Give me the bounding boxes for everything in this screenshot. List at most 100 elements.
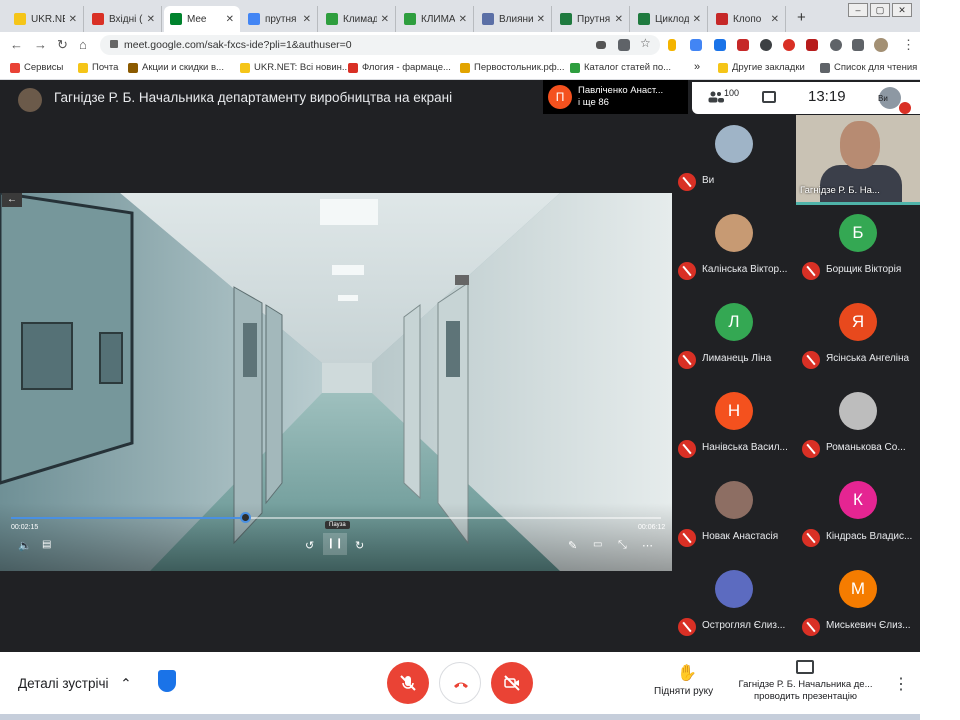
diamond-ext-icon[interactable] bbox=[714, 39, 726, 51]
rewind-icon[interactable]: ↺ bbox=[305, 539, 314, 552]
video-back-icon[interactable]: ← bbox=[2, 193, 22, 207]
browser-tab[interactable]: прутня ✕ bbox=[242, 6, 318, 32]
speaker-name: Гагнідзе Р. Б. На... bbox=[800, 185, 880, 196]
puzzle-icon[interactable] bbox=[852, 39, 864, 51]
bookmark-icon bbox=[78, 62, 88, 73]
participant-tile[interactable]: Романькова Со... bbox=[796, 382, 920, 471]
bookmark-item[interactable]: Другие закладки bbox=[718, 62, 805, 73]
bookmark-item[interactable]: Акции и скидки в... bbox=[128, 62, 224, 73]
pencil-icon[interactable]: ✎ bbox=[568, 539, 577, 552]
video-scrubber-handle[interactable] bbox=[240, 512, 251, 523]
bookmarks-more-button[interactable]: » bbox=[694, 61, 700, 73]
camera-icon[interactable] bbox=[596, 41, 606, 49]
browser-tab[interactable]: UKR.NET ✕ bbox=[8, 6, 84, 32]
participant-avatar: Н bbox=[715, 392, 753, 430]
mic-toggle-button[interactable] bbox=[387, 662, 429, 704]
bookmark-item[interactable]: Почта bbox=[78, 62, 118, 73]
browser-tab[interactable]: Влияни ✕ bbox=[476, 6, 552, 32]
adblock-icon[interactable] bbox=[783, 39, 795, 51]
window-controls: – ▢ ✕ bbox=[848, 3, 914, 17]
browser-tab[interactable]: Клопо ✕ bbox=[710, 6, 786, 32]
participant-tile[interactable]: Н Нанівська Васил... bbox=[672, 382, 796, 471]
join-notification[interactable]: П Павліченко Анаст... і ще 86 bbox=[543, 80, 688, 114]
people-icon[interactable] bbox=[708, 91, 724, 103]
participant-tile[interactable]: Новак Анастасія bbox=[672, 471, 796, 560]
video-more-icon[interactable]: ⋯ bbox=[642, 539, 653, 552]
browser-tab[interactable]: Климад ✕ bbox=[320, 6, 396, 32]
camera-toggle-button[interactable] bbox=[491, 662, 533, 704]
browser-tab[interactable]: Циклод ✕ bbox=[632, 6, 708, 32]
back-icon[interactable]: ← bbox=[10, 37, 23, 52]
forward-icon[interactable]: → bbox=[34, 37, 47, 52]
raise-hand-icon[interactable]: ✋ bbox=[677, 663, 697, 683]
browser-tab[interactable]: Вхідні (✕ bbox=[86, 6, 162, 32]
browser-menu-icon[interactable]: ⋮ bbox=[902, 37, 915, 53]
browser-tab[interactable]: Mee ✕ bbox=[164, 6, 240, 32]
participant-tile[interactable]: К Кіндрась Владис... bbox=[796, 471, 920, 560]
tab-close-icon[interactable]: ✕ bbox=[537, 14, 545, 25]
reload-icon[interactable]: ↻ bbox=[57, 37, 68, 53]
captions-icon[interactable]: ▤ bbox=[42, 539, 51, 550]
bookmark-item[interactable]: Список для чтения bbox=[820, 62, 917, 73]
docs-ext-icon[interactable] bbox=[690, 39, 702, 51]
profile-avatar[interactable] bbox=[874, 38, 888, 52]
participant-tile[interactable]: Я Ясінська Ангеліна bbox=[796, 293, 920, 382]
presenting-status[interactable]: Гагнідзе Р. Б. Начальника де... проводит… bbox=[733, 679, 878, 703]
tab-close-icon[interactable]: ✕ bbox=[693, 14, 701, 25]
tab-close-icon[interactable]: ✕ bbox=[303, 14, 311, 25]
maximize-button[interactable]: ▢ bbox=[870, 3, 890, 17]
participant-tile[interactable]: Б Борщик Вікторія bbox=[796, 204, 920, 293]
translate-icon[interactable] bbox=[618, 39, 630, 51]
shared-screen-video[interactable]: ← 00:02:15 00:06:12 Пауза 🔈 ▤ ↺ ❙❙ ↻ ✎ ▭… bbox=[0, 193, 672, 571]
active-speaker-tile[interactable]: Гагнідзе Р. Б. На... bbox=[796, 115, 920, 205]
more-options-icon[interactable]: ⋮ bbox=[893, 674, 909, 694]
fast-forward-icon[interactable]: ↻ bbox=[355, 539, 364, 552]
home-icon[interactable]: ⌂ bbox=[79, 37, 87, 52]
tab-close-icon[interactable]: ✕ bbox=[381, 14, 389, 25]
participant-name: Борщик Вікторія bbox=[826, 264, 902, 275]
pause-button[interactable]: ❙❙ bbox=[323, 533, 347, 555]
participant-tile[interactable]: Л Лиманець Ліна bbox=[672, 293, 796, 382]
participant-tile[interactable]: М Миськевич Єлиз... bbox=[796, 560, 920, 649]
chat-icon[interactable] bbox=[762, 91, 776, 103]
browser-tab[interactable]: Прутня ✕ bbox=[554, 6, 630, 32]
red-ext-icon[interactable] bbox=[737, 39, 749, 51]
exit-fullscreen-icon[interactable]: ⤡ bbox=[618, 539, 627, 552]
browser-tab[interactable]: КЛИМА ✕ bbox=[398, 6, 474, 32]
bookmark-item[interactable]: Сервисы bbox=[10, 62, 63, 73]
bookmark-item[interactable]: Флогия - фармаце... bbox=[348, 62, 451, 73]
address-bar[interactable]: meet.google.com/sak-fxcs-ide?pli=1&authu… bbox=[100, 35, 660, 55]
tab-close-icon[interactable]: ✕ bbox=[69, 14, 77, 25]
bookmark-ext-icon[interactable] bbox=[668, 39, 676, 51]
tab-close-icon[interactable]: ✕ bbox=[459, 14, 467, 25]
ublock-icon[interactable] bbox=[806, 39, 818, 51]
meeting-details-button[interactable]: Деталі зустрічі ⌃ bbox=[18, 676, 132, 692]
participant-avatar bbox=[715, 125, 753, 163]
leave-call-button[interactable] bbox=[439, 662, 481, 704]
bookmark-item[interactable]: Первостольник.рф... bbox=[460, 62, 565, 73]
shield-ext-icon[interactable] bbox=[760, 39, 772, 51]
settings-ext-icon[interactable] bbox=[830, 39, 842, 51]
miniplayer-icon[interactable]: ▭ bbox=[593, 539, 602, 550]
host-controls-shield-icon[interactable] bbox=[158, 670, 176, 692]
participant-tile[interactable]: Остроглял Єлиз... bbox=[672, 560, 796, 649]
close-window-button[interactable]: ✕ bbox=[892, 3, 912, 17]
tab-close-icon[interactable]: ✕ bbox=[615, 14, 623, 25]
tab-close-icon[interactable]: ✕ bbox=[147, 14, 155, 25]
star-icon[interactable]: ☆ bbox=[640, 36, 652, 50]
participant-tile[interactable]: Ви bbox=[672, 115, 796, 204]
bookmark-item[interactable]: Каталог статей по... bbox=[570, 62, 671, 73]
present-icon[interactable] bbox=[796, 660, 814, 674]
participant-tile[interactable]: Калінська Віктор... bbox=[672, 204, 796, 293]
tab-close-icon[interactable]: ✕ bbox=[771, 14, 779, 25]
tab-close-icon[interactable]: ✕ bbox=[226, 14, 234, 25]
tab-label: прутня bbox=[265, 13, 297, 25]
minimize-button[interactable]: – bbox=[848, 3, 868, 17]
mic-off-icon bbox=[802, 440, 820, 458]
notification-line2: і ще 86 bbox=[578, 97, 609, 108]
video-progress-bar[interactable] bbox=[11, 512, 661, 523]
new-tab-button[interactable]: + bbox=[797, 9, 806, 26]
bookmark-item[interactable]: UKR.NET: Всі новин... bbox=[240, 62, 350, 73]
volume-icon[interactable]: 🔈 bbox=[18, 539, 32, 552]
raise-hand-label[interactable]: Підняти руку bbox=[654, 686, 713, 697]
